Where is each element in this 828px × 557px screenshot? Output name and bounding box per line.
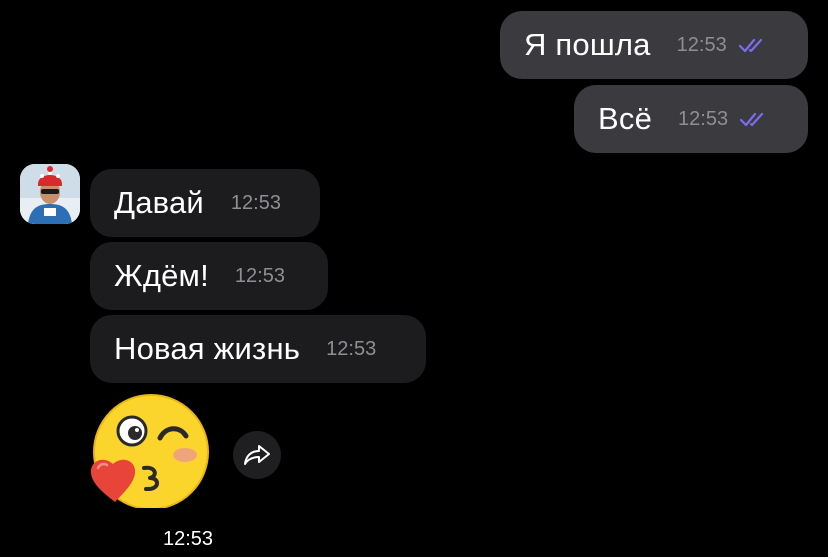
message-time: 12:53 xyxy=(676,33,727,56)
message-text: Всё xyxy=(598,101,653,136)
message-meta: 12:53 xyxy=(678,108,770,131)
incoming-message[interactable]: Давай 12:53 xyxy=(90,169,320,237)
share-button[interactable] xyxy=(233,431,281,479)
incoming-message[interactable]: Новая жизнь 12:53 xyxy=(90,315,426,383)
avatar[interactable] xyxy=(20,164,80,224)
share-arrow-icon xyxy=(244,445,270,465)
message-meta: 12:53 xyxy=(235,265,285,288)
message-text: Давай xyxy=(114,185,204,220)
message-meta: 12:53 xyxy=(677,34,769,57)
double-check-icon xyxy=(740,112,764,127)
outgoing-message[interactable]: Всё 12:53 xyxy=(574,85,808,153)
message-meta: 12:53 xyxy=(231,192,281,215)
double-check-icon xyxy=(738,38,762,53)
outgoing-message[interactable]: Я пошла 12:53 xyxy=(500,11,808,79)
message-time: 12:53 xyxy=(230,191,281,214)
avatar-image xyxy=(20,164,80,224)
message-time: 12:53 xyxy=(234,264,285,287)
sticker[interactable] xyxy=(88,392,214,510)
kissing-wink-emoji-icon xyxy=(90,394,209,510)
message-meta: 12:53 xyxy=(326,338,376,361)
message-time: 12:53 xyxy=(326,337,377,360)
message-time: 12:53 xyxy=(678,107,729,130)
message-text: Ждём! xyxy=(114,258,209,293)
incoming-message[interactable]: Ждём! 12:53 xyxy=(90,242,328,310)
sticker-time: 12:53 xyxy=(163,528,214,550)
message-text: Новая жизнь xyxy=(114,331,301,366)
chat-view: Я пошла 12:53 Всё 12:53 Давай 12:53 Ждём… xyxy=(0,0,828,557)
message-text: Я пошла xyxy=(524,27,651,62)
